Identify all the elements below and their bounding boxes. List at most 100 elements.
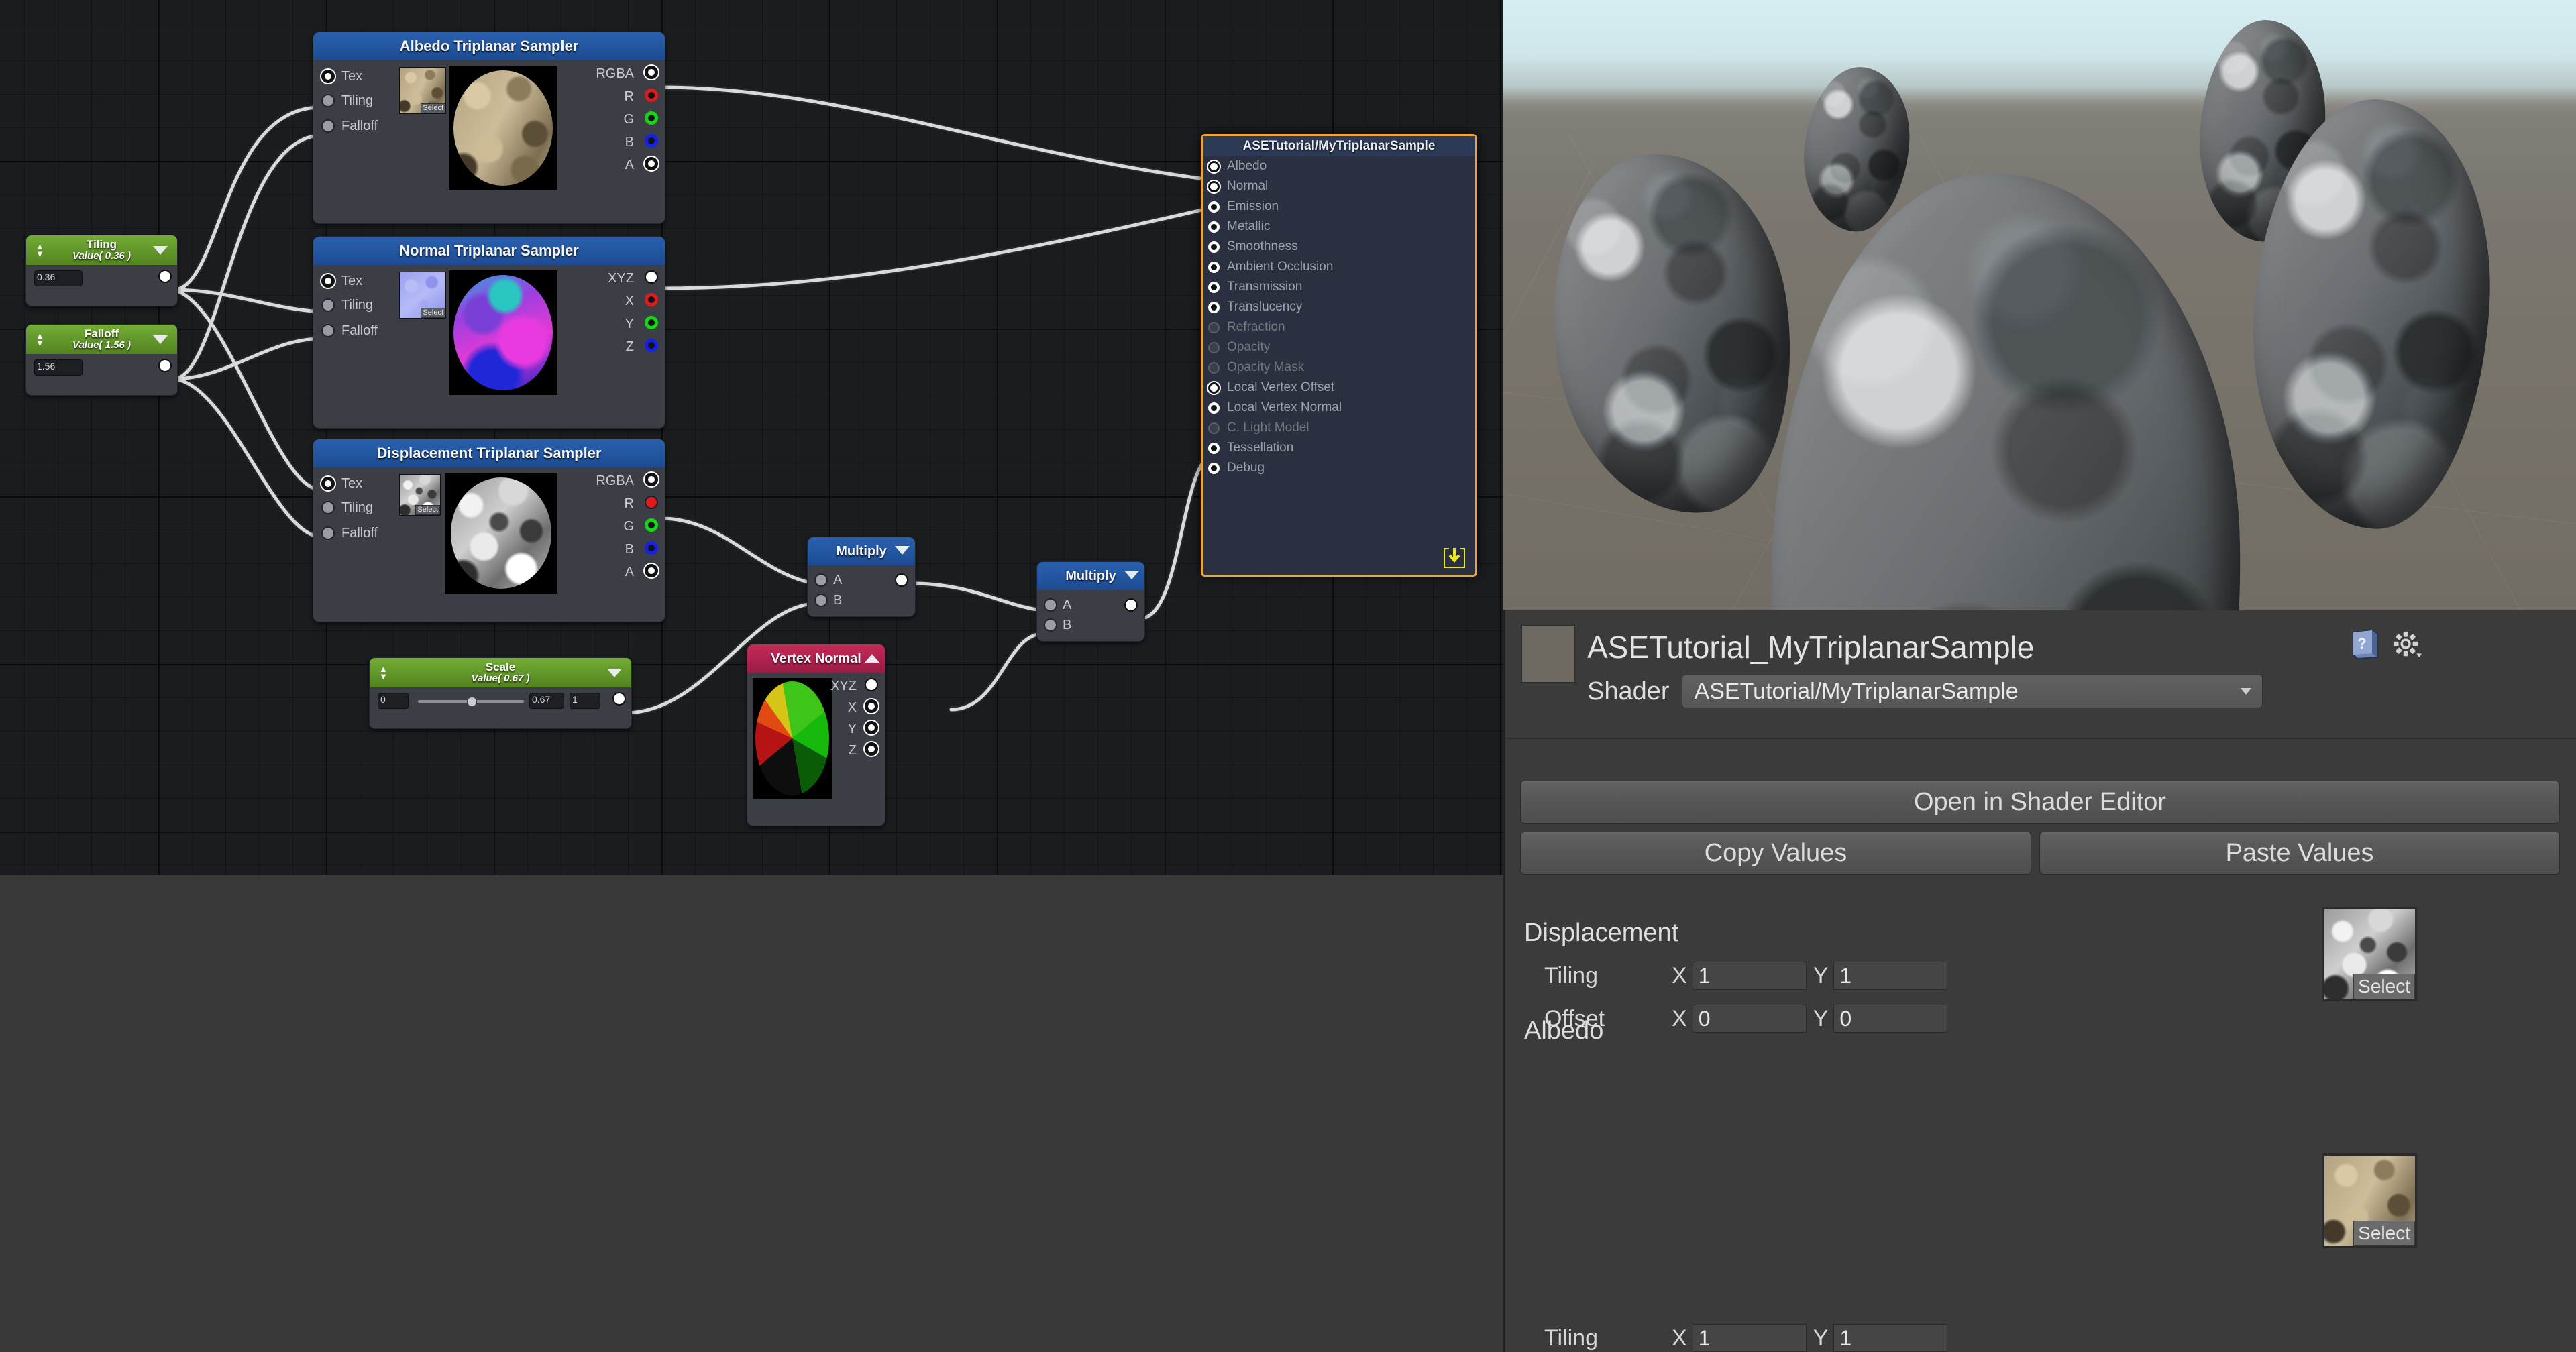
texture-slot-albedo[interactable]: Select — [399, 67, 446, 114]
master-port-dot[interactable] — [1208, 302, 1220, 313]
save-download-icon[interactable] — [1442, 547, 1467, 569]
port-y-out[interactable] — [865, 721, 878, 734]
port-tiling-in[interactable] — [321, 94, 335, 107]
master-port-row[interactable]: Metallic — [1203, 217, 1475, 237]
master-port-dot[interactable] — [1208, 342, 1220, 353]
master-port-row[interactable]: Refraction — [1203, 317, 1475, 337]
port-falloff-in[interactable] — [321, 526, 335, 540]
port-tex-in[interactable] — [321, 70, 335, 83]
displacement-tiling-x-field[interactable]: 1 — [1693, 962, 1807, 990]
property-node-falloff[interactable]: ▲▼ Falloff Value( 1.56 ) 1.56 — [25, 324, 178, 396]
port-x-out[interactable] — [645, 293, 658, 306]
albedo-tiling-y-field[interactable]: 1 — [1833, 1324, 1947, 1352]
master-port-dot[interactable] — [1208, 201, 1220, 213]
master-port-dot[interactable] — [1208, 443, 1220, 454]
property-node-scale[interactable]: ▲▼ Scale Value( 0.67 ) 0 0.67 1 — [369, 657, 632, 729]
master-port-row[interactable]: Smoothness — [1203, 237, 1475, 257]
master-port-row[interactable]: Tessellation — [1203, 438, 1475, 458]
scale-slider-knob[interactable] — [467, 697, 477, 707]
displacement-tiling-y-field[interactable]: 1 — [1833, 962, 1947, 990]
port-xyz-out[interactable] — [645, 270, 658, 284]
master-port-dot[interactable] — [1208, 262, 1220, 273]
chevron-up-icon[interactable] — [865, 654, 879, 663]
master-port-row[interactable]: Opacity Mask — [1203, 357, 1475, 378]
property-node-tiling[interactable]: ▲▼ Tiling Value( 0.36 ) 0.36 — [25, 235, 178, 306]
shader-dropdown[interactable]: ASETutorial/MyTriplanarSample — [1682, 675, 2263, 708]
texture-select-button[interactable]: Select — [2353, 1221, 2415, 1246]
master-port-row[interactable]: Normal — [1203, 176, 1475, 196]
scale-value-field[interactable]: 0.67 — [529, 693, 564, 709]
master-port-row[interactable]: Local Vertex Normal — [1203, 398, 1475, 418]
port-a-in[interactable] — [1044, 598, 1057, 612]
master-port-dot[interactable] — [1208, 422, 1220, 434]
open-in-shader-editor-button[interactable]: Open in Shader Editor — [1520, 781, 2560, 824]
master-port-row[interactable]: C. Light Model — [1203, 418, 1475, 438]
master-port-row[interactable]: Transmission — [1203, 277, 1475, 297]
port-out[interactable] — [1124, 598, 1138, 612]
displacement-offset-x-field[interactable]: 0 — [1693, 1005, 1807, 1033]
port-falloff-in[interactable] — [321, 324, 335, 337]
falloff-value-field[interactable]: 1.56 — [34, 359, 83, 376]
port-z-out[interactable] — [865, 742, 878, 756]
shader-graph-canvas[interactable]: Albedo Triplanar Sampler Tex Tiling Fall… — [0, 0, 1503, 875]
port-b-out[interactable] — [645, 541, 658, 555]
master-port-row[interactable]: Local Vertex Offset — [1203, 378, 1475, 398]
reorder-icon[interactable]: ▲▼ — [36, 243, 44, 258]
node-multiply-1[interactable]: Multiply A B — [807, 537, 916, 617]
port-b-in[interactable] — [1044, 618, 1057, 632]
tiling-value-field[interactable]: 0.36 — [34, 270, 83, 286]
node-albedo-triplanar-sampler[interactable]: Albedo Triplanar Sampler Tex Tiling Fall… — [313, 32, 665, 224]
port-tex-in[interactable] — [321, 274, 335, 288]
texture-select-button[interactable]: Select — [2353, 974, 2415, 999]
master-port-row[interactable]: Albedo — [1203, 156, 1475, 176]
port-b-out[interactable] — [645, 134, 658, 148]
texture-slot-displacement[interactable]: Select — [2322, 907, 2417, 1001]
texture-select-button[interactable]: Select — [421, 308, 445, 318]
master-port-row[interactable]: Emission — [1203, 196, 1475, 217]
scene-viewport[interactable] — [1503, 0, 2576, 610]
port-tiling-in[interactable] — [321, 501, 335, 514]
port-y-out[interactable] — [645, 316, 658, 329]
port-a-in[interactable] — [814, 573, 828, 587]
texture-slot-normal[interactable]: Select — [399, 272, 446, 319]
paste-values-button[interactable]: Paste Values — [2039, 832, 2560, 875]
port-z-out[interactable] — [645, 339, 658, 352]
reorder-icon[interactable]: ▲▼ — [36, 332, 44, 347]
port-g-out[interactable] — [645, 111, 658, 125]
master-port-row[interactable]: Ambient Occlusion — [1203, 257, 1475, 277]
chevron-down-icon[interactable] — [153, 246, 168, 255]
port-out[interactable] — [612, 692, 626, 706]
port-tex-in[interactable] — [321, 477, 335, 490]
property-node-header[interactable]: ▲▼ Tiling Value( 0.36 ) — [26, 235, 177, 265]
master-port-dot[interactable] — [1208, 382, 1220, 394]
port-r-out[interactable] — [645, 496, 658, 509]
material-inspector-panel[interactable]: ASETutorial_MyTriplanarSample ? — [1503, 610, 2576, 1352]
master-port-row[interactable]: Translucency — [1203, 297, 1475, 317]
port-tiling-in[interactable] — [321, 298, 335, 312]
chevron-down-icon[interactable] — [895, 546, 910, 555]
port-out[interactable] — [895, 573, 908, 587]
master-port-dot[interactable] — [1208, 181, 1220, 192]
chevron-down-icon[interactable] — [607, 669, 622, 677]
port-out[interactable] — [158, 270, 172, 283]
displacement-offset-y-field[interactable]: 0 — [1833, 1005, 1947, 1033]
gear-icon[interactable] — [2392, 630, 2422, 660]
help-book-icon[interactable]: ? — [2349, 629, 2380, 660]
texture-select-button[interactable]: Select — [415, 505, 440, 515]
master-port-row[interactable]: Debug — [1203, 458, 1475, 478]
master-port-dot[interactable] — [1208, 362, 1220, 374]
scale-max-field[interactable]: 1 — [570, 693, 600, 709]
master-port-dot[interactable] — [1208, 282, 1220, 293]
reorder-icon[interactable]: ▲▼ — [379, 665, 388, 680]
port-g-out[interactable] — [645, 518, 658, 532]
property-node-header[interactable]: ▲▼ Falloff Value( 1.56 ) — [26, 325, 177, 354]
port-r-out[interactable] — [645, 89, 658, 102]
asteroid-center[interactable] — [1764, 169, 2247, 610]
master-node-output[interactable]: ASETutorial/MyTriplanarSample AlbedoNorm… — [1201, 134, 1477, 577]
chevron-down-icon[interactable] — [1124, 571, 1139, 579]
node-multiply-2[interactable]: Multiply A B — [1036, 561, 1145, 642]
master-port-dot[interactable] — [1208, 322, 1220, 333]
port-x-out[interactable] — [865, 699, 878, 713]
scale-min-field[interactable]: 0 — [378, 693, 409, 709]
master-port-row[interactable]: Opacity — [1203, 337, 1475, 357]
